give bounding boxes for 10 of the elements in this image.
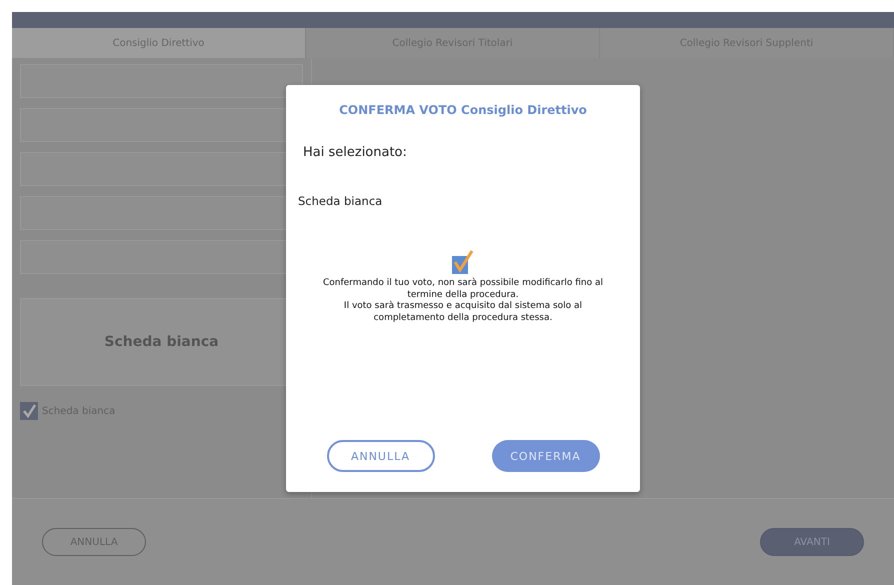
prompt-text: Hai selezionato: [303, 145, 408, 160]
confirm-button[interactable]: CONFERMA [492, 440, 600, 472]
warning-text: Confermando il tuo voto, non sarà possibile modificarlo fino al termine della procedura. [322, 278, 604, 300]
warning-text: Il voto sarà trasmesso e acquisito dal sistema solo al completamento della procedura stessa. [342, 301, 584, 325]
ballot-check-icon [452, 250, 474, 274]
selected-choice: Scheda bianca [298, 194, 384, 208]
cancel-button[interactable]: ANNULLA [326, 440, 434, 472]
candidate-row[interactable] [20, 64, 303, 98]
checkbox[interactable] [20, 402, 38, 420]
dialog-title: CONFERMA VOTO Consiglio Direttivo [338, 103, 588, 117]
